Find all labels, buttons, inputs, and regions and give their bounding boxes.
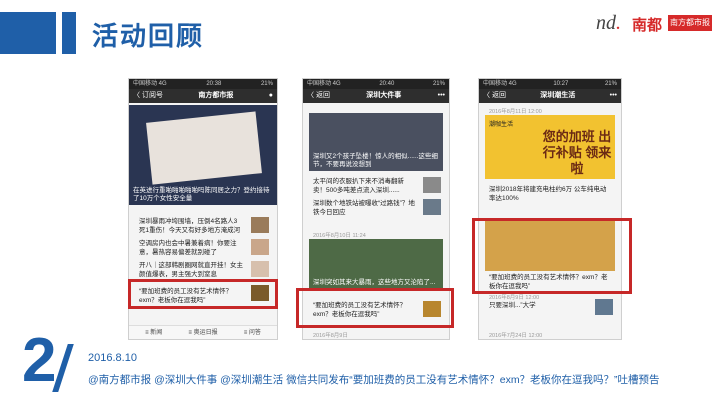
more-icon[interactable]: ••• xyxy=(610,89,617,103)
brand-badge: 南方都市报 xyxy=(668,15,712,31)
back-button[interactable]: 〈 返回 xyxy=(483,89,506,103)
article-date: 2016年8月10日 11:24 xyxy=(313,233,366,239)
article-date: 2016年8月9日 12:00 xyxy=(489,295,540,301)
banner-text: 您的加班 出行补贴 领来啦 xyxy=(542,129,612,176)
image-caption: 深圳突如其来大暴雨，这些地方又沦陷了... xyxy=(313,279,436,286)
phone-screenshot-chaoshenghuo: 中国移动 4G 10:27 21% 〈 返回 深圳潮生活 ••• 2016年8月11… xyxy=(478,78,622,340)
tab-news[interactable]: ≡ 新闻 xyxy=(129,326,178,339)
tab-qa[interactable]: ≡ 问答 xyxy=(228,326,277,339)
list-item[interactable]: 开八｜这部韩剧圈网就直开挂！女主颜值爆表，男主强大到窒息 xyxy=(139,261,243,279)
header-accent-bar-small xyxy=(62,12,76,54)
image-caption: 在英进行重啪啪啪啪啪吗陈同居之力？登约接待了10万个女性安全量 xyxy=(133,187,270,202)
slide-title: 活动回顾 xyxy=(92,21,205,51)
banner-tag: 潮咖生活 xyxy=(489,122,514,128)
back-button[interactable]: 〈 返回 xyxy=(307,89,330,103)
slide-number: 2 xyxy=(22,326,57,395)
nav-bar: 〈 订阅号 南方都市报 ● xyxy=(129,89,277,103)
nav-title: 深圳潮生活 xyxy=(540,92,576,99)
article-date: 2016年8月9日 xyxy=(313,333,348,339)
brand-name: 南都 xyxy=(632,17,663,34)
profile-icon[interactable]: ● xyxy=(269,89,273,103)
article-date: 2016年7月24日 12:00 xyxy=(489,333,543,339)
header-accent-bar xyxy=(0,12,56,54)
thumbnail xyxy=(423,199,441,215)
more-icon[interactable]: ••• xyxy=(438,89,445,103)
thumbnail xyxy=(595,299,613,315)
article-date: 2016年8月11日 12:00 xyxy=(489,109,542,115)
status-bar: 中国移动 4G 20:38 21% xyxy=(129,79,277,89)
event-caption: @南方都市报 @深圳大件事 @深圳潮生活 微信共同发布“要加班费的员工没有艺术情… xyxy=(88,374,660,386)
nav-bar: 〈 返回 深圳大件事 ••• xyxy=(303,89,449,103)
event-date: 2016.8.10 xyxy=(88,352,137,364)
highlight-frame xyxy=(472,218,632,294)
list-item[interactable]: 空调房内也会中暑兼着病！你要注意，暑热容易偏差就别碰了 xyxy=(139,239,243,257)
status-bar: 中国移动 4G 10:27 21% xyxy=(479,79,621,89)
nav-bar: 〈 返回 深圳潮生活 ••• xyxy=(479,89,621,103)
article-image[interactable]: 深圳又2个孩子坠楼！惊人的相似......这些细节，不要再说没想到 xyxy=(309,113,443,171)
highlight-frame xyxy=(296,288,454,328)
image-caption: 深圳又2个孩子坠楼！惊人的相似......这些细节，不要再说没想到 xyxy=(313,153,438,168)
tab-bar: ≡ 新闻 ≡ 奥运日报 ≡ 问答 xyxy=(129,325,277,339)
brand-logo: nd. 南都 南方都市报 xyxy=(596,12,716,36)
article-image[interactable]: 在英进行重啪啪啪啪啪吗陈同居之力？登约接待了10万个女性安全量 xyxy=(129,105,277,205)
thumbnail xyxy=(251,261,269,277)
brand-nd: nd. xyxy=(596,12,621,34)
list-item[interactable]: 深圳数个地铁站被曝收“过路钱”？地铁今日回应 xyxy=(313,199,415,217)
list-item[interactable]: 太平间的衣服扒下来不消毒翻新卖！500多吨差点流入深圳...... xyxy=(313,177,415,195)
back-button[interactable]: 〈 订阅号 xyxy=(133,89,163,103)
nav-title: 深圳大件事 xyxy=(366,92,402,99)
thumbnail xyxy=(251,239,269,255)
tab-olympic[interactable]: ≡ 奥运日报 xyxy=(178,326,227,339)
list-item[interactable]: 深圳2018年将建充电柱约6万 公车纯电动率达100% xyxy=(489,185,611,203)
list-item[interactable]: 深圳暴雨冲垮围墙，压倒4名路人3死1重伤！今天又有好多地方淹成河 xyxy=(139,217,243,235)
nav-title: 南方都市报 xyxy=(198,92,234,99)
status-bar: 中国移动 4G 20:40 21% xyxy=(303,79,449,89)
thumbnail xyxy=(423,177,441,193)
article-banner[interactable]: 潮咖生活 您的加班 出行补贴 领来啦 xyxy=(485,115,615,179)
list-item[interactable]: 只要深圳...”大学 xyxy=(489,301,587,310)
sign-image xyxy=(146,111,262,185)
highlight-frame xyxy=(128,279,278,309)
article-image[interactable]: 深圳突如其来大暴雨，这些地方又沦陷了... xyxy=(309,239,443,289)
thumbnail xyxy=(251,217,269,233)
